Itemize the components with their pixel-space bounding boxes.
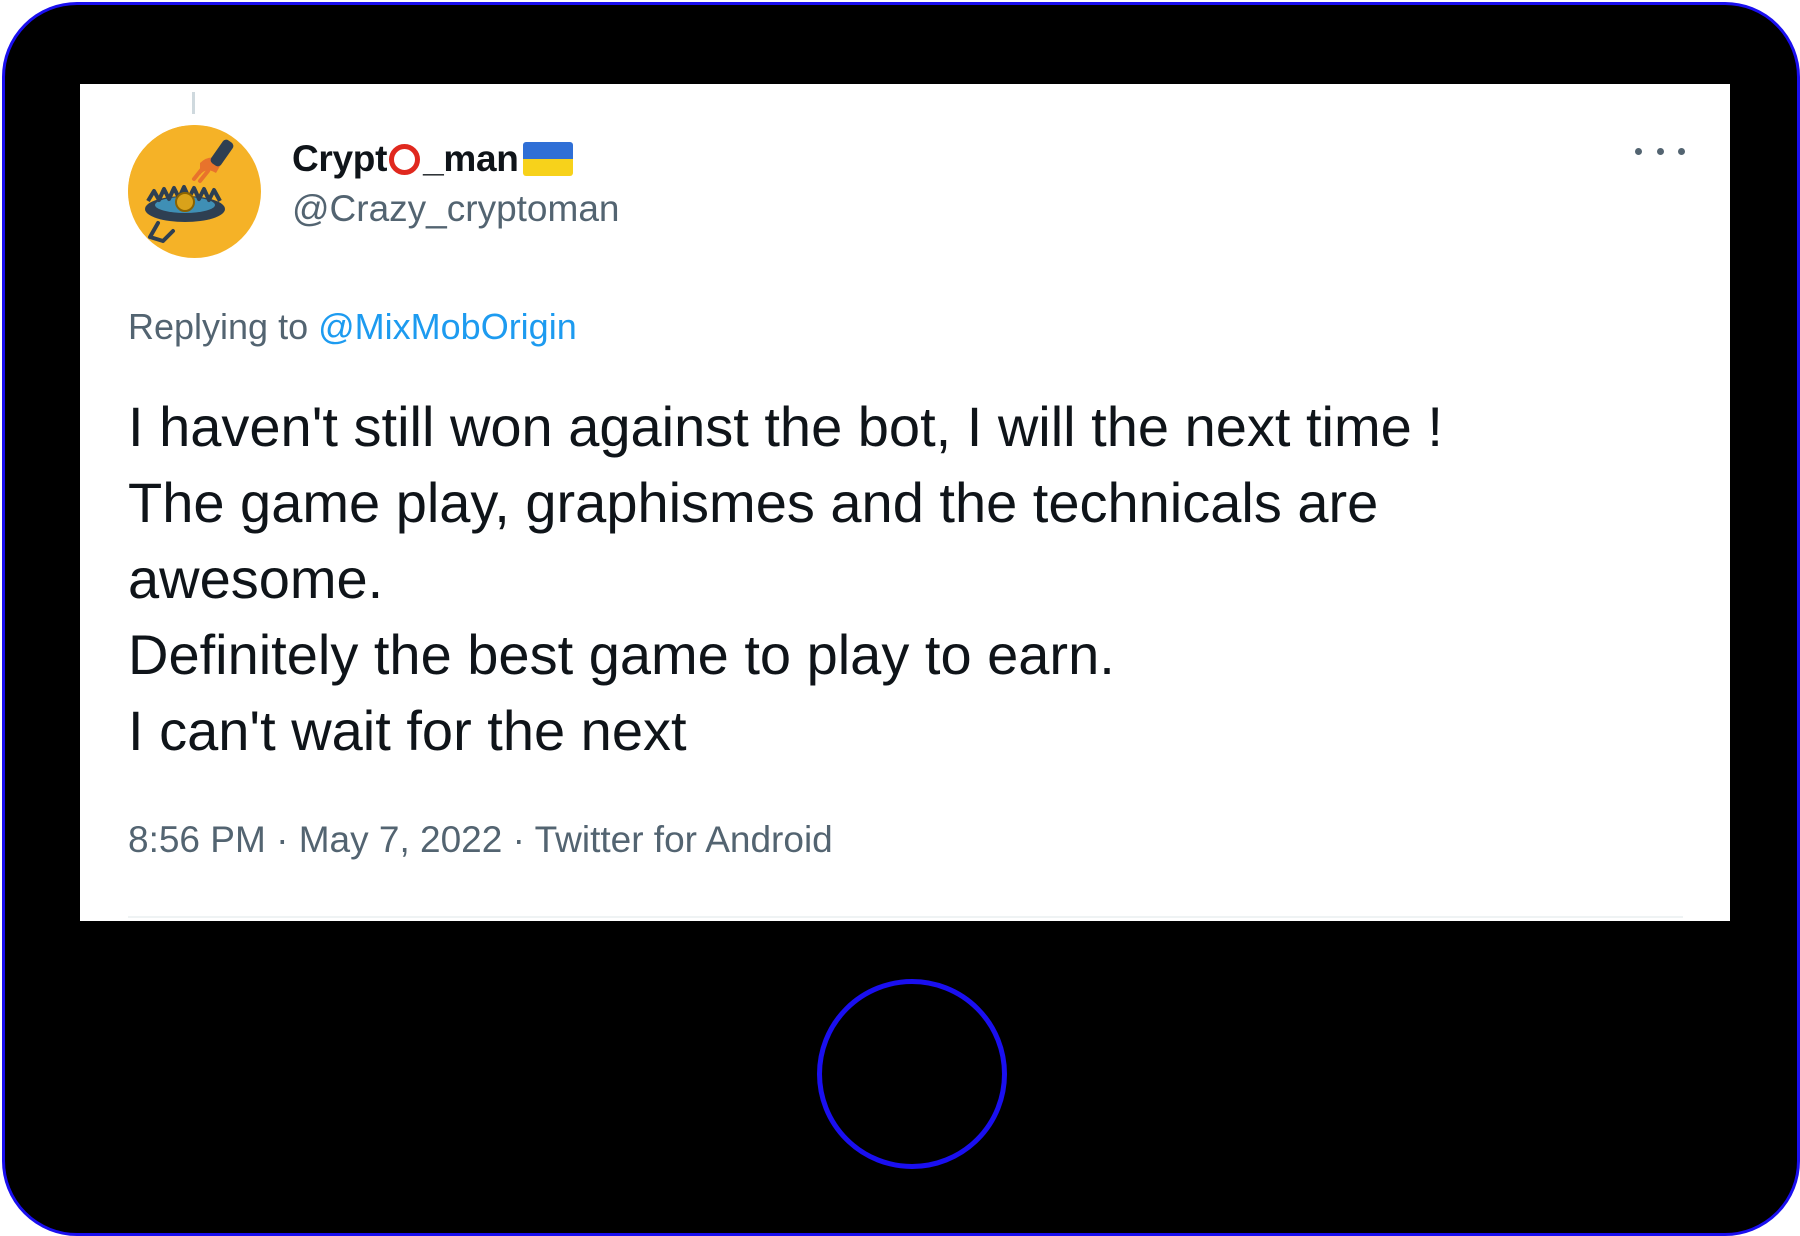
home-button[interactable] <box>817 979 1007 1169</box>
tweet-screen: Crypt _man @Crazy_cryptoman Replying to … <box>80 84 1730 921</box>
tweet-metadata: 8:56 PM · May 7, 2022 · Twitter for Andr… <box>128 819 833 861</box>
ukraine-flag-icon <box>522 142 573 176</box>
replying-to-label: Replying to <box>128 306 309 347</box>
author-handle[interactable]: @Crazy_cryptoman <box>292 188 620 230</box>
tweet-time[interactable]: 8:56 PM <box>128 819 266 860</box>
divider <box>128 916 1683 918</box>
author-display-name[interactable]: Crypt _man <box>292 134 573 184</box>
tweet-text-line: I haven't still won against the bot, I w… <box>128 395 1443 458</box>
red-circle-icon <box>389 143 421 175</box>
more-horizontal-icon[interactable] <box>1635 136 1685 166</box>
tweet-text-line: Definitely the best game to play to earn… <box>128 623 1115 686</box>
meta-separator: · <box>276 819 289 860</box>
display-name-text-start: Crypt <box>292 138 388 179</box>
bear-trap-icon <box>128 125 260 257</box>
tweet-source[interactable]: Twitter for Android <box>535 819 833 860</box>
display-name-text-end: _man <box>423 138 519 179</box>
tweet-text-line: awesome. <box>128 547 384 610</box>
reply-mention-link[interactable]: @MixMobOrigin <box>318 306 577 347</box>
tweet-text-line: I can't wait for the next <box>128 699 687 762</box>
replying-to-line: Replying to @MixMobOrigin <box>128 306 577 348</box>
tweet-text-line: The game play, graphismes and the techni… <box>128 471 1379 534</box>
tweet-date[interactable]: May 7, 2022 <box>299 819 503 860</box>
meta-separator: · <box>512 819 525 860</box>
thread-connector-line <box>192 92 195 114</box>
tweet-text: I haven't still won against the bot, I w… <box>128 389 1688 769</box>
device-frame: Crypt _man @Crazy_cryptoman Replying to … <box>2 2 1800 1236</box>
author-avatar[interactable] <box>128 125 261 258</box>
